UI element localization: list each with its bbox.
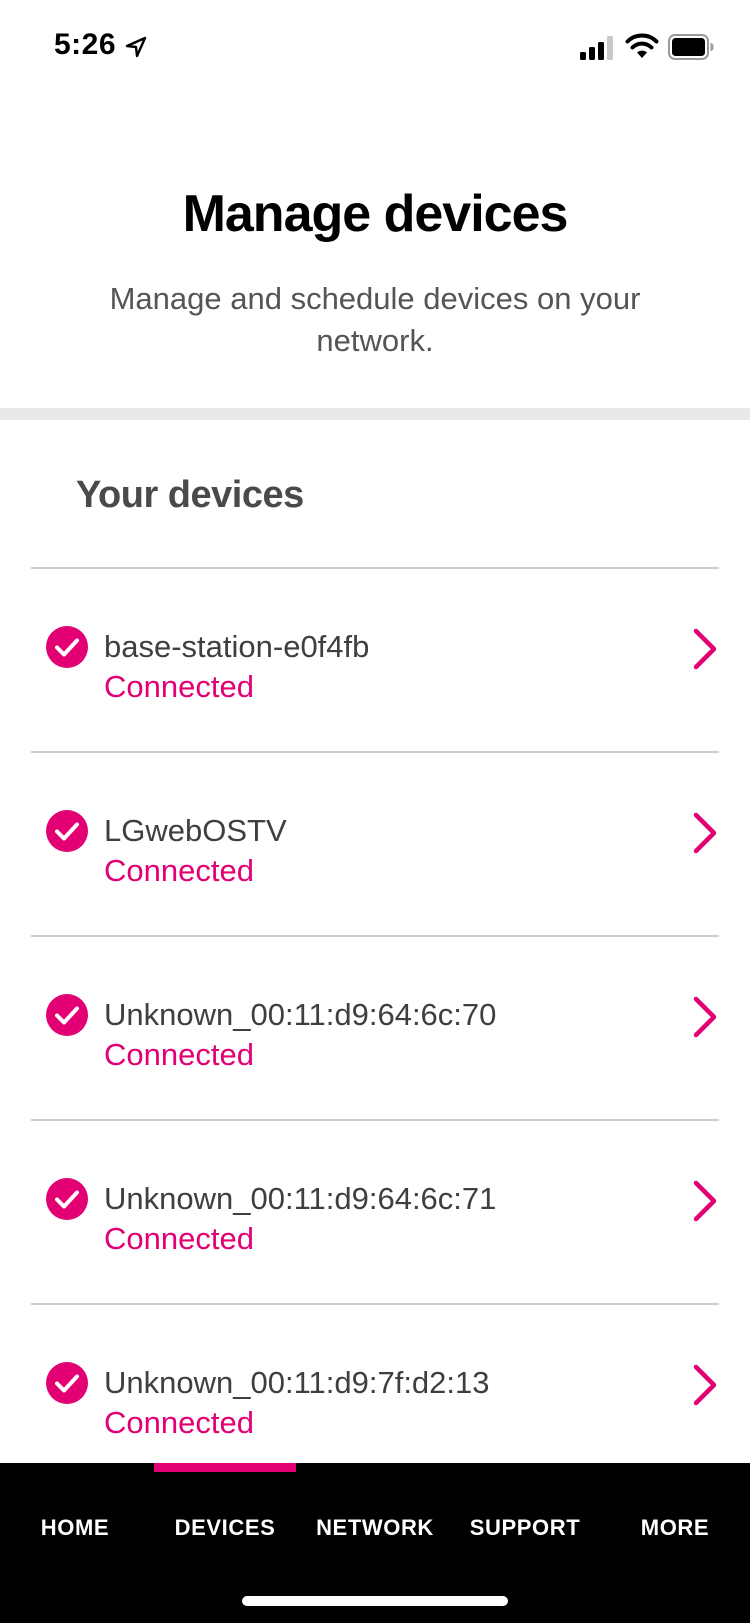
- check-circle-icon: [46, 626, 88, 668]
- home-indicator: [242, 1596, 508, 1606]
- check-circle-icon: [46, 994, 88, 1036]
- section-divider: [0, 408, 750, 420]
- page-title: Manage devices: [182, 185, 569, 243]
- device-name: base-station-e0f4fb: [104, 629, 370, 664]
- page-subtitle: Manage and schedule devices on your netw…: [109, 281, 641, 358]
- wifi-icon: [625, 33, 659, 58]
- device-status: Connected: [104, 1405, 254, 1440]
- chevron-right-icon: [693, 1180, 717, 1222]
- device-list: base-station-e0f4fb Connected LGwebOSTV …: [31, 567, 719, 1487]
- device-row[interactable]: Unknown_00:11:d9:64:6c:70 Connected: [31, 935, 719, 1119]
- device-row[interactable]: base-station-e0f4fb Connected: [31, 567, 719, 751]
- tab-support[interactable]: SUPPORT: [450, 1463, 600, 1563]
- tab-more[interactable]: MORE: [600, 1463, 750, 1563]
- location-arrow-icon: [125, 36, 147, 58]
- battery-icon: [668, 34, 714, 60]
- status-time: 5:26: [54, 28, 117, 61]
- check-circle-icon: [46, 1362, 88, 1404]
- device-name: LGwebOSTV: [104, 813, 287, 848]
- section-title: Your devices: [76, 474, 304, 516]
- tab-network[interactable]: NETWORK: [300, 1463, 450, 1563]
- chevron-right-icon: [693, 1364, 717, 1406]
- device-status: Connected: [104, 1221, 254, 1256]
- check-circle-icon: [46, 810, 88, 852]
- tab-home[interactable]: HOME: [0, 1463, 150, 1563]
- device-row[interactable]: Unknown_00:11:d9:64:6c:71 Connected: [31, 1119, 719, 1303]
- device-name: Unknown_00:11:d9:7f:d2:13: [104, 1365, 490, 1400]
- device-row[interactable]: Unknown_00:11:d9:7f:d2:13 Connected: [31, 1303, 719, 1487]
- device-status: Connected: [104, 1037, 254, 1072]
- cellular-signal-icon: [580, 36, 613, 60]
- tab-devices[interactable]: DEVICES: [150, 1463, 300, 1563]
- device-status: Connected: [104, 853, 254, 888]
- check-circle-icon: [46, 1178, 88, 1220]
- device-row[interactable]: LGwebOSTV Connected: [31, 751, 719, 935]
- status-bar: 5:26: [0, 0, 750, 96]
- chevron-right-icon: [693, 628, 717, 670]
- device-status: Connected: [104, 669, 254, 704]
- device-name: Unknown_00:11:d9:64:6c:71: [104, 1181, 497, 1216]
- device-name: Unknown_00:11:d9:64:6c:70: [104, 997, 497, 1032]
- chevron-right-icon: [693, 812, 717, 854]
- chevron-right-icon: [693, 996, 717, 1038]
